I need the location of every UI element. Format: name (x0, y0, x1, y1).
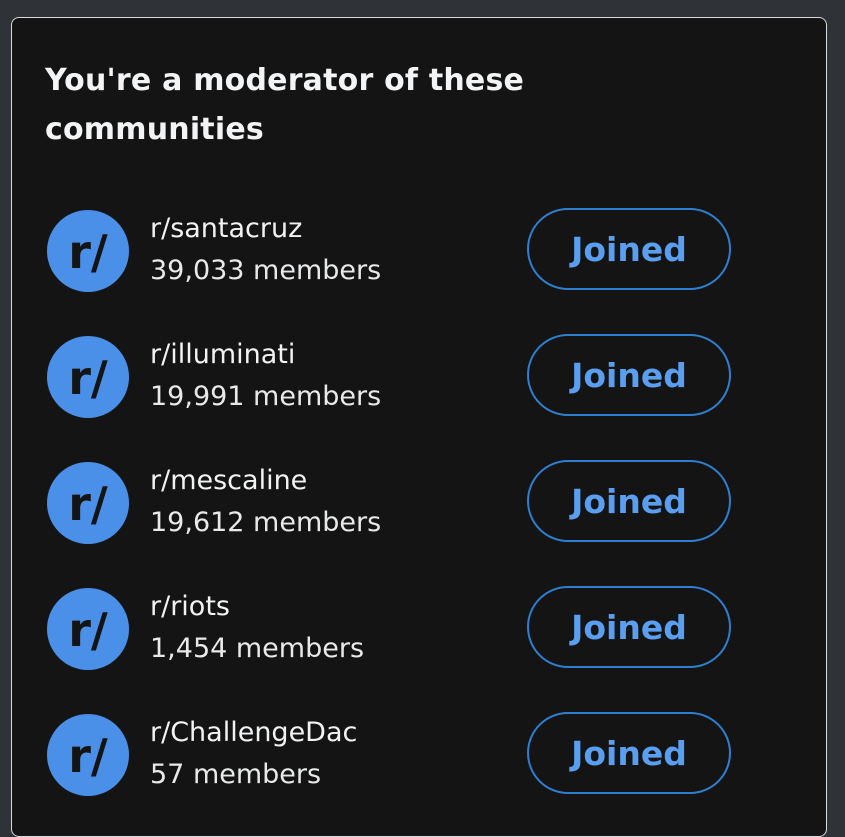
joined-button[interactable]: Joined (527, 586, 731, 668)
subreddit-avatar-icon[interactable]: r/ (47, 210, 129, 292)
avatar-text: r/ (68, 729, 108, 783)
member-count: 19,991 members (150, 381, 382, 412)
avatar-text: r/ (68, 477, 108, 531)
member-count: 39,033 members (150, 255, 382, 286)
moderated-communities-widget: You're a moderator of these communities … (11, 17, 827, 837)
widget-title: You're a moderator of these communities (45, 63, 525, 147)
member-count: 57 members (150, 759, 322, 790)
community-row: r/ r/ChallengeDac 57 members Joined (45, 712, 745, 796)
subreddit-r-slash-icon: r/ (68, 603, 108, 657)
subreddit-avatar-icon[interactable]: r/ (47, 714, 129, 796)
avatar-text: r/ (68, 351, 108, 405)
community-row: r/ r/mescaline 19,612 members Joined (45, 460, 745, 544)
subreddit-avatar-icon[interactable]: r/ (47, 336, 129, 418)
community-name[interactable]: r/riots (150, 588, 230, 626)
subreddit-r-slash-icon: r/ (68, 477, 108, 531)
subreddit-avatar-icon[interactable]: r/ (47, 588, 129, 670)
joined-button[interactable]: Joined (527, 334, 731, 416)
member-count: 1,454 members (150, 633, 365, 664)
subreddit-r-slash-icon: r/ (68, 729, 108, 783)
subreddit-avatar-icon[interactable]: r/ (47, 462, 129, 544)
community-name[interactable]: r/mescaline (150, 462, 307, 500)
subreddit-r-slash-icon: r/ (68, 351, 108, 405)
member-count: 19,612 members (150, 507, 382, 538)
subreddit-r-slash-icon: r/ (68, 225, 108, 279)
community-name[interactable]: r/illuminati (150, 336, 295, 374)
joined-button[interactable]: Joined (527, 208, 731, 290)
community-name[interactable]: r/ChallengeDac (150, 714, 357, 752)
community-row: r/ r/santacruz 39,033 members Joined (45, 208, 745, 292)
avatar-text: r/ (68, 603, 108, 657)
community-row: r/ r/illuminati 19,991 members Joined (45, 334, 745, 418)
community-name[interactable]: r/santacruz (150, 210, 302, 248)
joined-button[interactable]: Joined (527, 712, 731, 794)
avatar-text: r/ (68, 225, 108, 279)
joined-button[interactable]: Joined (527, 460, 731, 542)
community-row: r/ r/riots 1,454 members Joined (45, 586, 745, 670)
